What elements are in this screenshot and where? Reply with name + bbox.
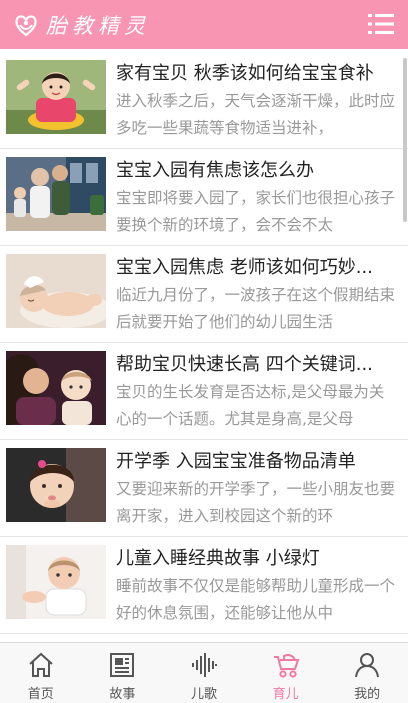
article-summary: 进入秋季之后，天气会逐渐干燥，此时应多吃一些果蔬等食物适当进补，: [116, 92, 396, 137]
tab-profile[interactable]: 我的: [326, 643, 408, 703]
article-summary: 宝贝的生长发育是否达标,是父母最为关心的一个话题。尤其是身高,是父母: [116, 383, 385, 428]
baby-girl-image: [6, 448, 106, 522]
article-item[interactable]: 开学季 入园宝宝准备物品清单 又要迎来新的开学季了，一些小朋友也要离开家，进入到…: [0, 440, 408, 537]
heart-hands-icon: [15, 14, 37, 36]
baby-lying-image: [6, 545, 106, 619]
article-item[interactable]: 家有宝贝 秋季该如何给宝宝食补 进入秋季之后，天气会逐渐干燥，此时应多吃一些果蔬…: [0, 52, 408, 149]
article-thumbnail: [6, 157, 106, 231]
stroller-icon: [273, 654, 299, 678]
app-header: 胎教精灵: [0, 0, 408, 49]
article-item[interactable]: 宝宝入园有焦虑该怎么办 宝宝即将要入园了，家长们也很担心孩子要换个新的环境了，会…: [0, 149, 408, 246]
article-thumbnail: [6, 60, 106, 134]
toddler-on-toy-car-image: [6, 60, 106, 134]
tab-home[interactable]: 首页: [0, 643, 82, 703]
tab-songs[interactable]: 儿歌: [163, 643, 245, 703]
article-summary: 宝宝即将要入园了，家长们也很担心孩子要换个新的环境了，会不会不太: [116, 189, 396, 234]
mother-and-baby-image: [6, 351, 106, 425]
list-menu-icon[interactable]: [368, 12, 394, 36]
tab-label: 育儿: [272, 687, 299, 702]
article-summary: 又要迎来新的开学季了，一些小朋友也要离开家，进入到校园这个新的环: [116, 480, 396, 525]
home-icon: [29, 652, 53, 677]
tab-label: 首页: [27, 687, 54, 702]
sleeping-baby-image: [6, 254, 106, 328]
sound-wave-icon: [191, 653, 217, 677]
list-scrollbar[interactable]: [403, 58, 407, 222]
article-title: 帮助宝贝快速长高 四个关键词...: [116, 354, 373, 375]
bottom-tab-bar: 首页 故事 儿歌 育儿 我的: [0, 642, 408, 703]
app-logo: 胎教精灵: [12, 10, 150, 40]
article-item[interactable]: 宝宝入园焦虑 老师该如何巧妙... 临近九月份了，一波孩子在这个假期结束后就要开…: [0, 246, 408, 343]
tab-label: 故事: [109, 687, 136, 702]
article-thumbnail: [6, 254, 106, 328]
tab-stories[interactable]: 故事: [82, 643, 164, 703]
article-summary: 临近九月份了，一波孩子在这个假期结束后就要开始了他们的幼儿园生活: [116, 286, 396, 331]
tab-parenting[interactable]: 育儿: [245, 643, 327, 703]
article-title: 宝宝入园焦虑 老师该如何巧妙...: [116, 257, 373, 278]
article-thumbnail: [6, 351, 106, 425]
app-title: 胎教精灵: [46, 13, 150, 38]
article-item[interactable]: 帮助宝贝快速长高 四个关键词... 宝贝的生长发育是否达标,是父母最为关心的一个…: [0, 343, 408, 440]
tab-label: 儿歌: [190, 687, 217, 702]
article-title: 开学季 入园宝宝准备物品清单: [116, 451, 356, 472]
newspaper-icon: [110, 653, 135, 677]
article-list[interactable]: 家有宝贝 秋季该如何给宝宝食补 进入秋季之后，天气会逐渐干燥，此时应多吃一些果蔬…: [0, 52, 408, 642]
family-at-school-image: [6, 157, 106, 231]
article-thumbnail: [6, 545, 106, 619]
article-title: 宝宝入园有焦虑该怎么办: [116, 160, 314, 181]
article-thumbnail: [6, 448, 106, 522]
user-icon: [355, 653, 380, 678]
article-title: 家有宝贝 秋季该如何给宝宝食补: [116, 63, 374, 84]
article-title: 儿童入睡经典故事 小绿灯: [116, 548, 320, 569]
tab-label: 我的: [354, 687, 381, 702]
article-summary: 睡前故事不仅仅是能够帮助儿童形成一个好的休息氛围，还能够让他从中: [116, 577, 396, 622]
article-item[interactable]: 儿童入睡经典故事 小绿灯 睡前故事不仅仅是能够帮助儿童形成一个好的休息氛围，还能…: [0, 537, 408, 634]
